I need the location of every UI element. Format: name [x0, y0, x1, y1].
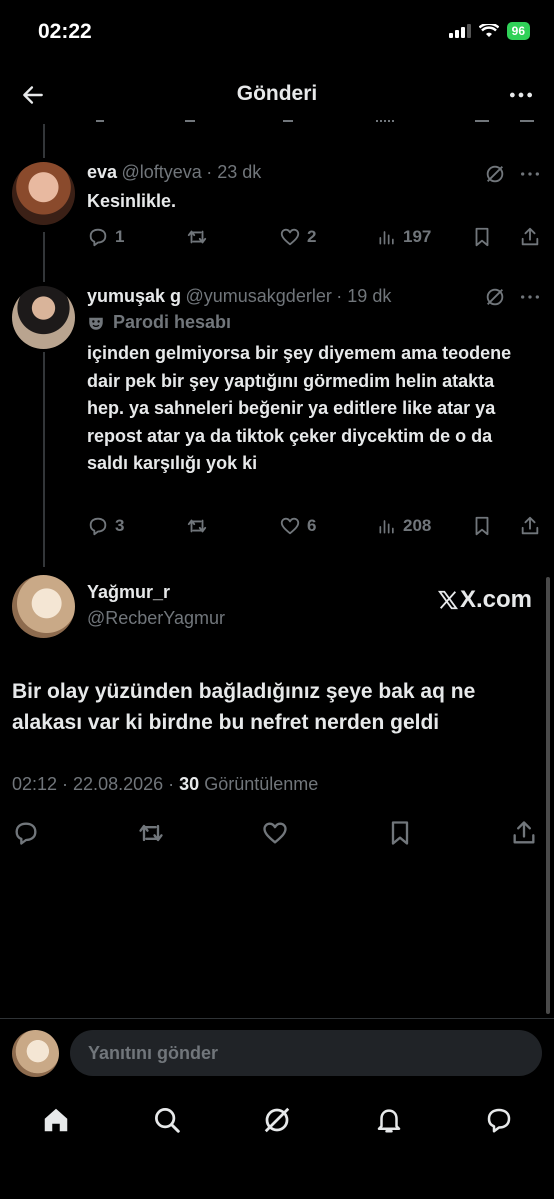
like-icon[interactable] — [261, 819, 289, 847]
post-meta: 02:12 · 22.08.2026 · 30 Görüntülenme — [12, 774, 318, 795]
wifi-icon — [478, 24, 499, 37]
main-post-actions — [12, 819, 542, 847]
reply-count: 1 — [115, 227, 125, 246]
author-name[interactable]: eva — [87, 162, 117, 182]
main-post-text: Bir olay yüzünden bağladığınız şeye bak … — [12, 680, 476, 734]
author-handle[interactable]: @loftyeva — [122, 162, 202, 182]
search-icon[interactable] — [152, 1105, 182, 1135]
retweet-icon — [187, 519, 207, 533]
more-icon[interactable] — [518, 286, 542, 308]
views-label: Görüntülenme — [204, 774, 319, 794]
views-button[interactable]: 197 — [377, 226, 431, 248]
thread-line — [43, 352, 45, 567]
views-count: 30 — [179, 774, 200, 794]
reply-header: eva @loftyeva · 23 dk — [87, 162, 261, 183]
reply-button[interactable]: 3 — [87, 515, 124, 537]
reply-icon — [89, 228, 107, 247]
like-count: 6 — [307, 516, 317, 535]
bookmark-icon[interactable] — [471, 515, 493, 537]
author-name[interactable]: yumuşak g — [87, 286, 181, 306]
thread-line — [43, 232, 45, 282]
like-button[interactable]: 6 — [279, 515, 316, 537]
more-icon[interactable] — [508, 82, 534, 108]
author-name[interactable]: Yağmur_r — [87, 582, 170, 603]
like-count: 2 — [307, 227, 317, 246]
brand-text: X.com — [459, 586, 532, 613]
retweet-button[interactable] — [185, 515, 215, 537]
avatar[interactable] — [12, 575, 75, 638]
notifications-icon[interactable] — [374, 1105, 404, 1135]
home-icon[interactable] — [41, 1105, 71, 1135]
post-timestamp: 02:12 · 22.08.2026 · — [12, 774, 175, 794]
more-icon[interactable] — [518, 163, 542, 185]
avatar[interactable] — [12, 286, 75, 349]
reply-count: 3 — [115, 516, 125, 535]
composer-avatar — [12, 1030, 59, 1077]
author-handle[interactable]: @RecberYagmur — [87, 608, 225, 629]
share-icon[interactable] — [519, 515, 541, 537]
reply-icon — [89, 517, 107, 536]
views-icon — [379, 231, 394, 245]
retweet-icon[interactable] — [136, 819, 166, 847]
composer-divider — [0, 1018, 554, 1019]
messages-icon[interactable] — [484, 1105, 514, 1135]
views-button[interactable]: 208 — [377, 515, 431, 537]
views-icon — [379, 520, 394, 534]
previous-post-actions-fragment — [0, 110, 554, 128]
grok-icon[interactable] — [484, 286, 506, 308]
status-icons: 96 — [448, 22, 530, 40]
page-title: Gönderi — [236, 82, 318, 105]
parody-label: Parodi hesabı — [113, 312, 232, 332]
grok-icon[interactable] — [484, 163, 506, 185]
parody-badge: Parodi hesabı — [87, 312, 231, 333]
share-icon[interactable] — [519, 226, 541, 248]
post-time: · 23 dk — [206, 162, 262, 182]
scrollbar[interactable] — [546, 577, 550, 1014]
bookmark-icon[interactable] — [471, 226, 493, 248]
reply-placeholder[interactable]: Yanıtını gönder — [88, 1043, 218, 1064]
reply-actions: 1 2 197 — [87, 226, 542, 250]
reply-header: yumuşak g @yumusakgderler · 19 dk — [87, 286, 391, 307]
reply-icon[interactable] — [12, 819, 40, 847]
retweet-button[interactable] — [185, 226, 215, 248]
bookmark-icon[interactable] — [386, 819, 414, 847]
avatar[interactable] — [12, 162, 75, 225]
like-icon — [280, 517, 300, 535]
reply-text: Kesinlikle. — [87, 191, 177, 211]
thread-line — [43, 124, 45, 158]
views-count: 208 — [403, 516, 432, 535]
signal-icon — [448, 24, 471, 38]
reply-text: içinden gelmiyorsa bir şey diyemem ama t… — [87, 343, 512, 473]
brand-watermark: X.com — [437, 586, 532, 614]
views-count: 197 — [403, 227, 432, 246]
parody-mask-icon — [89, 317, 103, 330]
retweet-icon — [187, 230, 207, 244]
status-time: 02:22 — [38, 20, 92, 43]
share-icon[interactable] — [510, 819, 538, 847]
like-button[interactable]: 2 — [279, 226, 316, 248]
reply-actions: 3 6 208 — [87, 515, 542, 539]
x-logo-icon — [437, 590, 459, 610]
grok-icon[interactable] — [262, 1105, 292, 1135]
author-handle[interactable]: @yumusakgderler — [186, 286, 332, 306]
battery-indicator: 96 — [506, 22, 530, 40]
post-time: · 19 dk — [336, 286, 392, 306]
like-icon — [280, 228, 300, 246]
reply-button[interactable]: 1 — [87, 226, 124, 248]
